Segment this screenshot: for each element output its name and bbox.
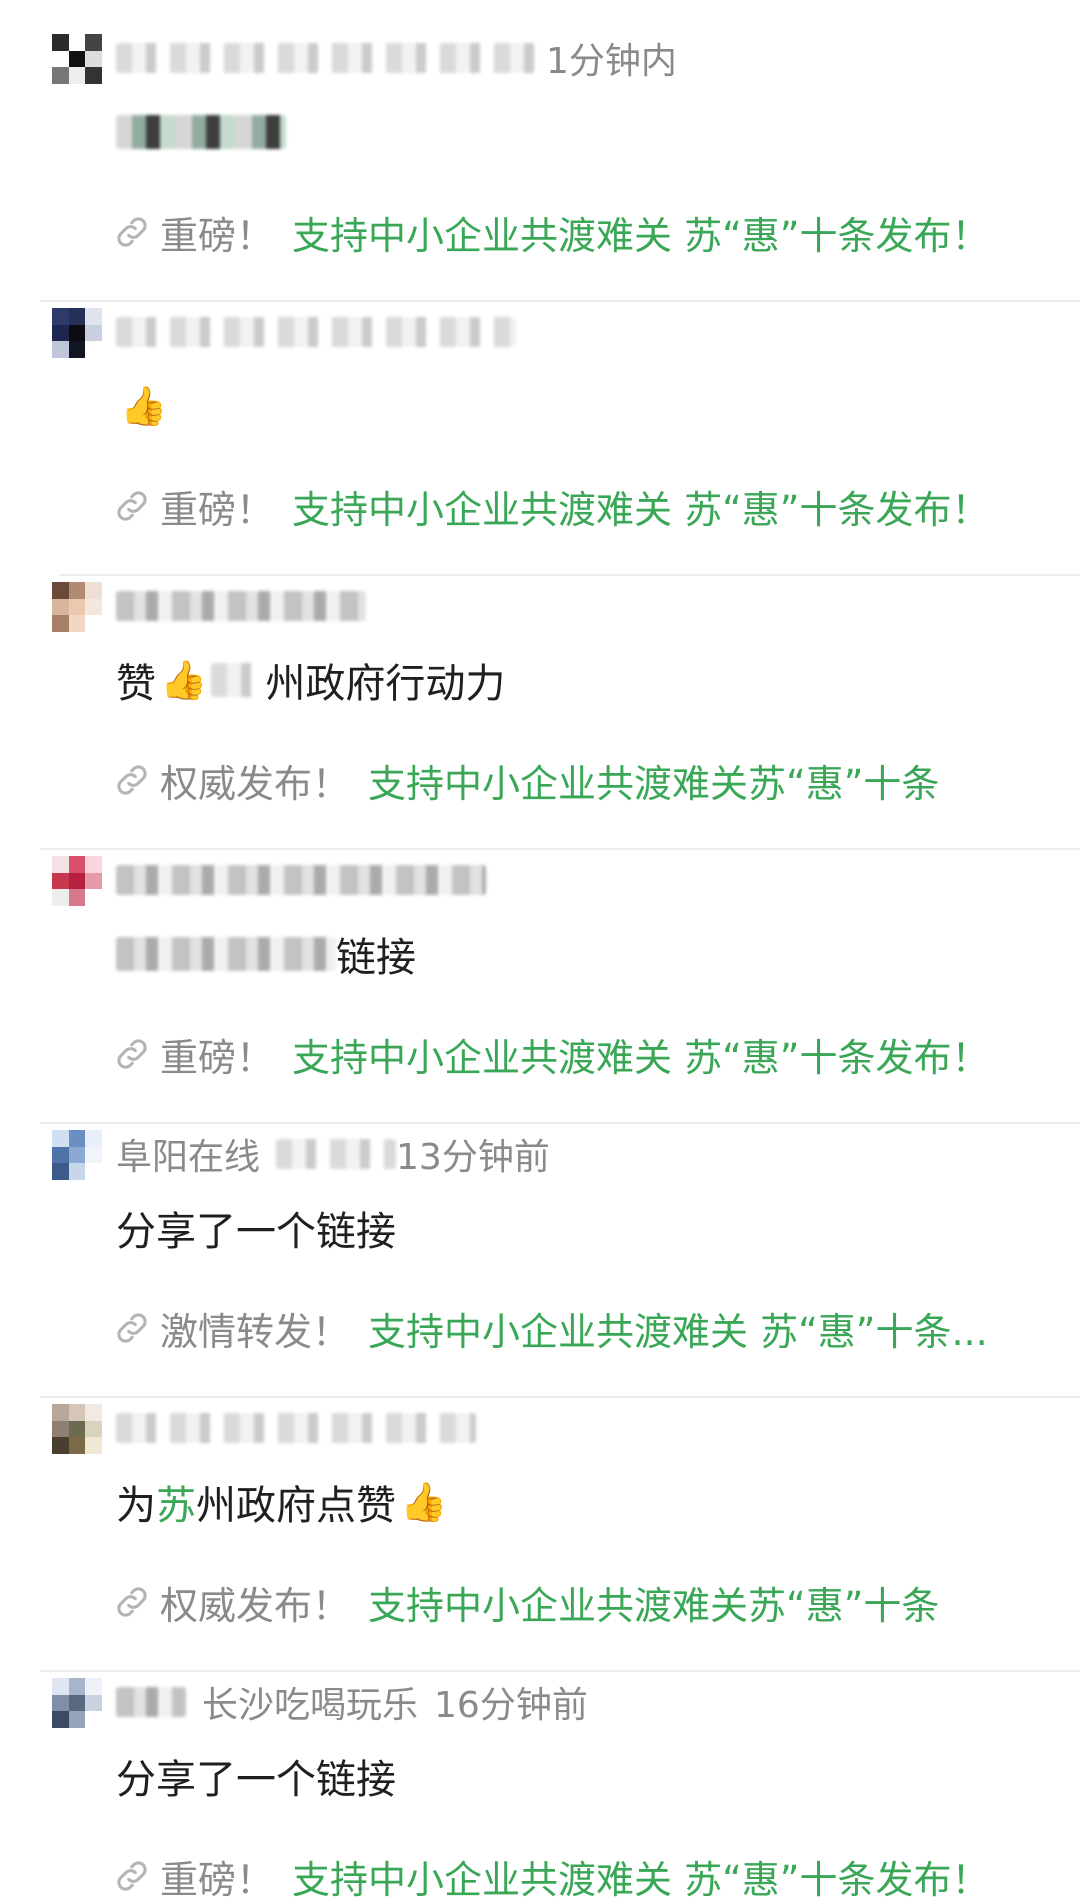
blurred-username: [116, 865, 486, 895]
shared-link[interactable]: 重磅！ 支持中小企业共渡难关 苏“惠”十条发布！: [112, 1848, 989, 1904]
shared-link[interactable]: 重磅！ 支持中小企业共渡难关 苏“惠”十条发布！: [112, 1026, 989, 1082]
feed-item: 赞 👍 州政府行动力 权威发布！ 支持中小企业共渡难关苏“惠”十条: [0, 576, 1080, 850]
post-meta: [116, 1398, 476, 1458]
link-icon: [117, 217, 147, 247]
shared-link[interactable]: 重磅！ 支持中小企业共渡难关 苏“惠”十条发布！: [112, 204, 989, 260]
moments-feed: 1分钟内 重磅！ 支持中小企业共渡难关 苏“惠”十条发布！ 👍 重磅！ 支持中小…: [0, 0, 1080, 1904]
link-prefix: 重磅！: [160, 1857, 275, 1902]
post-text: [116, 104, 286, 160]
avatar[interactable]: [52, 856, 102, 906]
post-text-post: 州政府点赞: [196, 1483, 396, 1529]
feed-item: 为 苏 州政府点赞 👍 权威发布！ 支持中小企业共渡难关苏“惠”十条: [0, 1398, 1080, 1672]
thumbs-up-icon: 👍: [400, 1480, 448, 1524]
link-icon: [117, 1587, 147, 1617]
link-title: 支持中小企业共渡难关苏“惠”十条: [368, 761, 940, 806]
post-time: 16分钟前: [434, 1685, 588, 1726]
post-meta: [116, 850, 486, 910]
shared-link[interactable]: 权威发布！ 支持中小企业共渡难关苏“惠”十条: [112, 752, 939, 808]
link-prefix: 重磅！: [160, 213, 275, 258]
poster-name[interactable]: 长沙吃喝玩乐: [202, 1676, 418, 1728]
post-meta: 1分钟内: [116, 28, 677, 88]
post-text: 👍: [116, 378, 171, 434]
feed-item: 👍 重磅！ 支持中小企业共渡难关 苏“惠”十条发布！: [0, 302, 1080, 576]
shared-link[interactable]: 激情转发！ 支持中小企业共渡难关 苏“惠”十条...: [112, 1300, 988, 1356]
feed-item: 1分钟内 重磅！ 支持中小企业共渡难关 苏“惠”十条发布！: [0, 28, 1080, 302]
blurred-username: [116, 1687, 186, 1717]
post-meta: [116, 576, 366, 636]
link-icon: [117, 1039, 147, 1069]
feed-item: 链接 重磅！ 支持中小企业共渡难关 苏“惠”十条发布！: [0, 850, 1080, 1124]
blurred-username: [116, 1413, 476, 1443]
post-text-post: 州政府行动力: [265, 661, 506, 707]
post-text: 赞 👍 州政府行动力: [116, 652, 505, 708]
post-text: 分享了一个链接: [116, 1200, 396, 1256]
link-icon: [117, 765, 147, 795]
feed-item: 阜阳在线 13分钟前 分享了一个链接 激情转发！ 支持中小企业共渡难关 苏“惠”…: [0, 1124, 1080, 1398]
post-text: 为 苏 州政府点赞 👍: [116, 1474, 451, 1530]
poster-name[interactable]: 阜阳在线: [116, 1128, 260, 1180]
blurred-text: [116, 937, 336, 971]
link-prefix: 重磅！: [160, 1035, 275, 1080]
post-text-content: 分享了一个链接: [116, 1209, 396, 1255]
avatar[interactable]: [52, 34, 102, 84]
feed-item: 长沙吃喝玩乐 16分钟前 分享了一个链接 重磅！ 支持中小企业共渡难关 苏“惠”…: [0, 1672, 1080, 1904]
post-time: 13分钟前: [396, 1137, 550, 1178]
avatar[interactable]: [52, 582, 102, 632]
thumbs-up-icon: 👍: [160, 658, 208, 702]
thumbs-up-icon: 👍: [120, 384, 168, 428]
link-icon: [117, 491, 147, 521]
link-title: 支持中小企业共渡难关 苏“惠”十条发布！: [292, 213, 990, 258]
post-meta: 阜阳在线 13分钟前: [116, 1124, 550, 1184]
link-prefix: 激情转发！: [160, 1309, 351, 1354]
blurred-username: [116, 591, 366, 621]
link-title: 支持中小企业共渡难关 苏“惠”十条发布！: [292, 1035, 990, 1080]
link-prefix: 重磅！: [160, 487, 275, 532]
post-text-post: 链接: [336, 935, 416, 981]
post-meta: 长沙吃喝玩乐 16分钟前: [116, 1672, 588, 1732]
shared-link[interactable]: 权威发布！ 支持中小企业共渡难关苏“惠”十条: [112, 1574, 939, 1630]
avatar[interactable]: [52, 1678, 102, 1728]
post-text: 链接: [116, 926, 416, 982]
link-icon: [117, 1861, 147, 1891]
post-text: 分享了一个链接: [116, 1748, 396, 1804]
avatar[interactable]: [52, 308, 102, 358]
link-title: 支持中小企业共渡难关苏“惠”十条: [368, 1583, 940, 1628]
shared-link[interactable]: 重磅！ 支持中小企业共渡难关 苏“惠”十条发布！: [112, 478, 989, 534]
blurred-text: [276, 1139, 397, 1169]
blurred-username: [116, 317, 516, 347]
post-time: 1分钟内: [546, 41, 677, 82]
post-meta: [116, 302, 516, 362]
link-prefix: 权威发布！: [160, 761, 351, 806]
blurred-post-text: [116, 115, 286, 149]
avatar[interactable]: [52, 1404, 102, 1454]
post-text-pre: 赞: [116, 661, 156, 707]
blurred-username: [116, 43, 546, 73]
link-icon: [117, 1313, 147, 1343]
link-title: 支持中小企业共渡难关 苏“惠”十条发布！: [292, 1857, 990, 1902]
avatar[interactable]: [52, 1130, 102, 1180]
blurred-text: [211, 663, 266, 697]
post-text-content: 分享了一个链接: [116, 1757, 396, 1803]
link-title: 支持中小企业共渡难关 苏“惠”十条...: [368, 1309, 988, 1354]
link-title: 支持中小企业共渡难关 苏“惠”十条发布！: [292, 487, 990, 532]
post-text-highlight: 苏: [156, 1483, 196, 1529]
post-text-pre: 为: [116, 1483, 156, 1529]
link-prefix: 权威发布！: [160, 1583, 351, 1628]
